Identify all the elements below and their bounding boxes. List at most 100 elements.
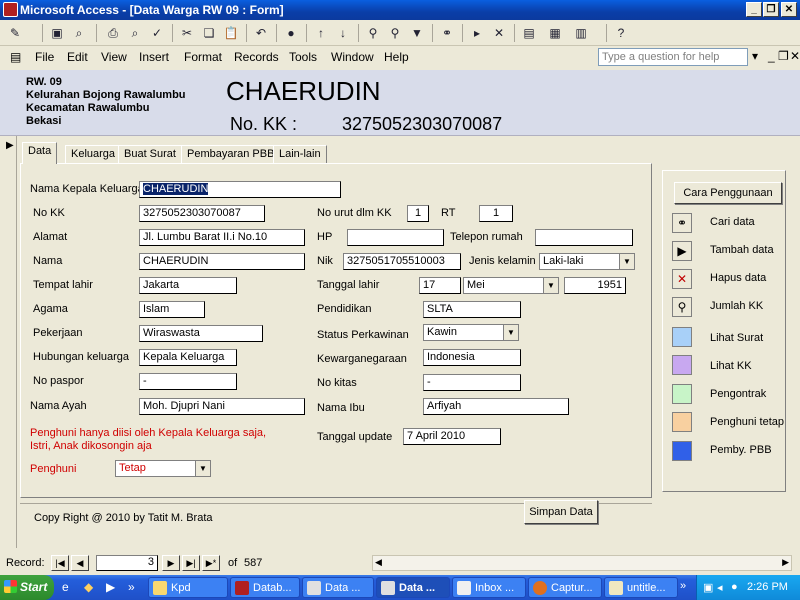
status-select[interactable]: Kawin ▼ xyxy=(423,324,519,341)
paste-icon[interactable]: 📋 xyxy=(222,24,240,42)
jk-select[interactable]: Laki-laki ▼ xyxy=(539,253,635,270)
pekerjaan-field[interactable]: Wiraswasta xyxy=(139,325,263,342)
filter-by-selection-icon[interactable]: ⚲ xyxy=(364,24,382,42)
chevron-down-icon[interactable]: ▼ xyxy=(619,254,634,269)
media-player-icon[interactable]: ▶ xyxy=(106,580,115,594)
warga-field[interactable]: Indonesia xyxy=(423,349,521,366)
nokk-field[interactable]: 3275052303070087 xyxy=(139,205,265,222)
filter-by-form-icon[interactable]: ⚲ xyxy=(386,24,404,42)
menu-help[interactable]: Help xyxy=(384,50,409,64)
child-minimize-button[interactable]: _ xyxy=(768,49,775,63)
tgl-month-select[interactable]: Mei ▼ xyxy=(463,277,559,294)
undo-icon[interactable]: ↶ xyxy=(252,24,270,42)
first-record-button[interactable]: |◀ xyxy=(51,555,69,571)
menu-file[interactable]: File xyxy=(35,50,54,64)
menu-view[interactable]: View xyxy=(101,50,127,64)
rt-field[interactable]: 1 xyxy=(479,205,513,222)
child-close-button[interactable]: ✕ xyxy=(790,49,800,63)
nik-field[interactable]: 3275051705510003 xyxy=(343,253,461,270)
pendidikan-field[interactable]: SLTA xyxy=(423,301,521,318)
menu-tools[interactable]: Tools xyxy=(289,50,317,64)
menu-format[interactable]: Format xyxy=(184,50,222,64)
side-hapus-data[interactable]: Hapus data xyxy=(710,272,766,284)
volume-icon[interactable]: ◂ xyxy=(717,581,723,594)
tgl-day-field[interactable]: 17 xyxy=(419,277,461,294)
scroll-right-icon[interactable]: ▶ xyxy=(782,557,789,568)
tgl-year-field[interactable]: 1951 xyxy=(564,277,626,294)
help-search-input[interactable]: Type a question for help xyxy=(598,48,748,66)
new-record-button[interactable]: ▶* xyxy=(202,555,220,571)
hp-field[interactable] xyxy=(347,229,444,246)
design-view-icon[interactable]: ✎ xyxy=(6,24,24,42)
telp-field[interactable] xyxy=(535,229,633,246)
close-button[interactable]: ✕ xyxy=(781,2,797,17)
task-kpd[interactable]: Kpd xyxy=(148,577,228,598)
lihat-kk-swatch[interactable] xyxy=(672,355,692,375)
copy-icon[interactable]: ❏ xyxy=(200,24,218,42)
sort-ascending-icon[interactable]: ↑ xyxy=(312,24,330,42)
nama-kepala-field[interactable]: CHAERUDIN xyxy=(139,181,341,198)
delete-record-icon[interactable]: ✕ xyxy=(672,269,692,289)
task-capture[interactable]: Captur... xyxy=(528,577,602,598)
alamat-field[interactable]: Jl. Lumbu Barat II.i No.10 xyxy=(139,229,305,246)
current-record-input[interactable]: 3 xyxy=(96,555,158,571)
side-tambah-data[interactable]: Tambah data xyxy=(710,244,774,256)
next-record-button[interactable]: ▶ xyxy=(162,555,180,571)
cara-penggunaan-button[interactable]: Cara Penggunaan xyxy=(674,182,782,204)
cut-icon[interactable]: ✂ xyxy=(178,24,196,42)
task-inbox[interactable]: Inbox ... xyxy=(452,577,526,598)
nourut-field[interactable]: 1 xyxy=(407,205,429,222)
side-cari-data[interactable]: Cari data xyxy=(710,216,755,228)
count-funnel-icon[interactable]: ⚲ xyxy=(672,297,692,317)
ie-quicklaunch-icon[interactable]: e xyxy=(62,580,69,594)
tab-buat-surat[interactable]: Buat Surat xyxy=(118,145,182,163)
penghuni-tetap-swatch[interactable] xyxy=(672,412,692,432)
new-record-icon[interactable]: ▸ xyxy=(468,24,486,42)
task-untitled[interactable]: untitle... xyxy=(604,577,678,598)
delete-record-icon[interactable]: ✕ xyxy=(490,24,508,42)
start-button[interactable]: Start xyxy=(0,575,54,600)
quicklaunch-chevron-icon[interactable]: » xyxy=(128,580,135,594)
agama-field[interactable]: Islam xyxy=(139,301,205,318)
minimize-button[interactable]: _ xyxy=(746,2,762,17)
menu-insert[interactable]: Insert xyxy=(139,50,169,64)
chevron-down-icon[interactable]: ▾ xyxy=(752,49,758,63)
previous-record-button[interactable]: ◀ xyxy=(71,555,89,571)
ayah-field[interactable]: Moh. Djupri Nani xyxy=(139,398,305,415)
update-field[interactable]: 7 April 2010 xyxy=(403,428,501,445)
lihat-surat-swatch[interactable] xyxy=(672,327,692,347)
database-window-icon[interactable]: ▦ xyxy=(546,24,564,42)
kitas-field[interactable]: - xyxy=(423,374,521,391)
tab-pembayaran-pbb[interactable]: Pembayaran PBB xyxy=(181,145,281,163)
task-data-2[interactable]: Data ... xyxy=(376,577,450,598)
print-icon[interactable]: ⎙ xyxy=(104,24,122,42)
taskbar-chevron-icon[interactable]: » xyxy=(680,580,686,592)
spelling-icon[interactable]: ✓ xyxy=(148,24,166,42)
tab-lain-lain[interactable]: Lain-lain xyxy=(273,145,327,163)
chevron-down-icon[interactable]: ▼ xyxy=(543,278,558,293)
nama-field[interactable]: CHAERUDIN xyxy=(139,253,305,270)
side-pemby-pbb[interactable]: Pemby. PBB xyxy=(710,444,772,456)
side-penghuni-tetap[interactable]: Penghuni tetap xyxy=(710,416,784,428)
side-pengontrak[interactable]: Pengontrak xyxy=(710,388,766,400)
side-lihat-kk[interactable]: Lihat KK xyxy=(710,360,752,372)
new-object-icon[interactable]: ▥ xyxy=(572,24,590,42)
menu-records[interactable]: Records xyxy=(234,50,279,64)
scroll-left-icon[interactable]: ◀ xyxy=(375,557,382,568)
side-jumlah-kk[interactable]: Jumlah KK xyxy=(710,300,763,312)
horizontal-scrollbar[interactable]: ◀ ▶ xyxy=(372,555,792,571)
quicklaunch-folder-icon[interactable]: ◆ xyxy=(84,580,93,594)
binoculars-icon[interactable]: ⚭ xyxy=(672,213,692,233)
record-selector[interactable]: ▶ xyxy=(0,136,17,548)
form-menu-icon[interactable]: ▤ xyxy=(10,50,21,64)
tab-keluarga[interactable]: Keluarga xyxy=(65,145,122,163)
save-icon[interactable]: ▣ xyxy=(48,24,66,42)
paspor-field[interactable]: - xyxy=(139,373,237,390)
help-icon[interactable]: ? xyxy=(612,24,630,42)
ibu-field[interactable]: Arfiyah xyxy=(423,398,569,415)
find-icon[interactable]: ⚭ xyxy=(438,24,456,42)
last-record-button[interactable]: ▶| xyxy=(182,555,200,571)
tray-app-icon[interactable]: ● xyxy=(731,581,738,593)
pengontrak-swatch[interactable] xyxy=(672,384,692,404)
apply-filter-icon[interactable]: ▼ xyxy=(408,24,426,42)
